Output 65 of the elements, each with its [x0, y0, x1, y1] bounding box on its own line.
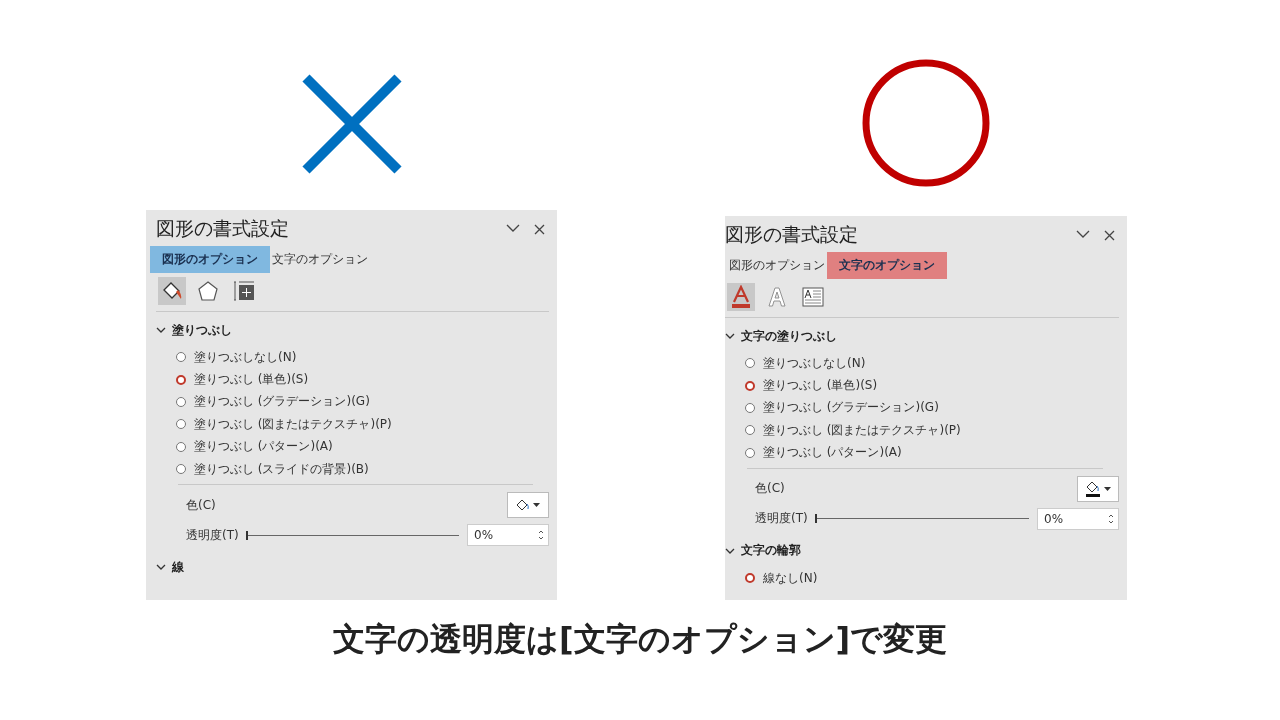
- dropdown-caret-icon: [1104, 486, 1111, 491]
- option-label: 塗りつぶし (パターン)(A): [763, 444, 902, 462]
- chevron-down-icon[interactable]: [725, 547, 735, 554]
- radio-button[interactable]: [176, 419, 186, 430]
- color-picker-button[interactable]: [507, 492, 549, 519]
- color-label: 色(C): [755, 480, 785, 498]
- transparency-field[interactable]: 0%: [1037, 507, 1119, 530]
- text-box-icon: [802, 287, 824, 307]
- text-fill-icon: [730, 285, 752, 309]
- pane-title: 図形の書式設定: [725, 222, 858, 247]
- spinner-arrows-icon: [538, 529, 544, 542]
- option-label: 塗りつぶし (グラデーション)(G): [194, 393, 370, 411]
- radio-button[interactable]: [745, 447, 755, 458]
- section-title[interactable]: 文字の輪郭: [741, 542, 801, 560]
- size-layout-icon: [233, 280, 255, 302]
- radio-button[interactable]: [176, 352, 186, 363]
- chevron-down-icon[interactable]: [725, 333, 735, 339]
- chevron-down-icon[interactable]: [156, 564, 166, 571]
- pentagon-icon: [197, 280, 219, 302]
- transparency-field[interactable]: 0%: [467, 524, 549, 547]
- radio-button[interactable]: [745, 402, 755, 413]
- option-label: 塗りつぶしなし(N): [194, 348, 297, 366]
- close-icon[interactable]: [1104, 229, 1115, 241]
- option-label: 線なし(N): [763, 569, 818, 587]
- option-label: 塗りつぶし (パターン)(A): [194, 438, 333, 456]
- chevron-down-icon[interactable]: [156, 327, 166, 333]
- chevron-down-icon[interactable]: [1076, 229, 1090, 238]
- category-tab[interactable]: [158, 277, 186, 305]
- option-label: 塗りつぶし (単色)(S): [194, 371, 309, 389]
- radio-button[interactable]: [176, 441, 186, 452]
- section-title[interactable]: 線: [172, 558, 184, 576]
- option-label: 塗りつぶし (スライドの背景)(B): [194, 460, 369, 478]
- slider-thumb[interactable]: [814, 514, 817, 524]
- options-tab[interactable]: 図形のオプション: [150, 246, 270, 273]
- options-tab[interactable]: 文字のオプション: [270, 246, 370, 273]
- radio-button[interactable]: [745, 380, 755, 391]
- pane-title: 図形の書式設定: [156, 216, 289, 241]
- radio-button[interactable]: [176, 396, 186, 407]
- radio-button[interactable]: [745, 358, 755, 369]
- option-label: 塗りつぶし (単色)(S): [763, 377, 878, 395]
- radio-button[interactable]: [745, 425, 755, 436]
- close-icon[interactable]: [534, 223, 545, 235]
- section-title[interactable]: 塗りつぶし: [172, 321, 232, 339]
- paint-bucket-icon: [516, 499, 530, 512]
- option-label: 塗りつぶし (グラデーション)(G): [763, 399, 939, 417]
- option-label: 塗りつぶし (図またはテクスチャ)(P): [763, 421, 961, 439]
- color-label: 色(C): [186, 496, 216, 514]
- color-picker-button[interactable]: [1077, 475, 1119, 502]
- text-outline-icon: [766, 286, 788, 308]
- radio-button[interactable]: [176, 374, 186, 385]
- paint-bucket-icon: [1085, 480, 1101, 497]
- radio-button[interactable]: [745, 573, 755, 584]
- options-tab[interactable]: 図形のオプション: [727, 252, 827, 279]
- transparency-label: 透明度(T): [755, 510, 808, 528]
- spinner-arrows-icon: [1108, 512, 1114, 525]
- chevron-down-icon[interactable]: [506, 223, 520, 232]
- option-label: 塗りつぶし (図またはテクスチャ)(P): [194, 415, 392, 433]
- slider-thumb[interactable]: [245, 530, 248, 540]
- radio-button[interactable]: [176, 464, 186, 475]
- section-title[interactable]: 文字の塗りつぶし: [741, 327, 837, 345]
- options-tab[interactable]: 文字のオプション: [827, 252, 947, 279]
- slide-caption: 文字の透明度は[文字のオプション]で変更: [331, 619, 949, 660]
- dropdown-caret-icon: [533, 503, 540, 508]
- option-label: 塗りつぶしなし(N): [763, 354, 866, 372]
- transparency-label: 透明度(T): [186, 526, 239, 544]
